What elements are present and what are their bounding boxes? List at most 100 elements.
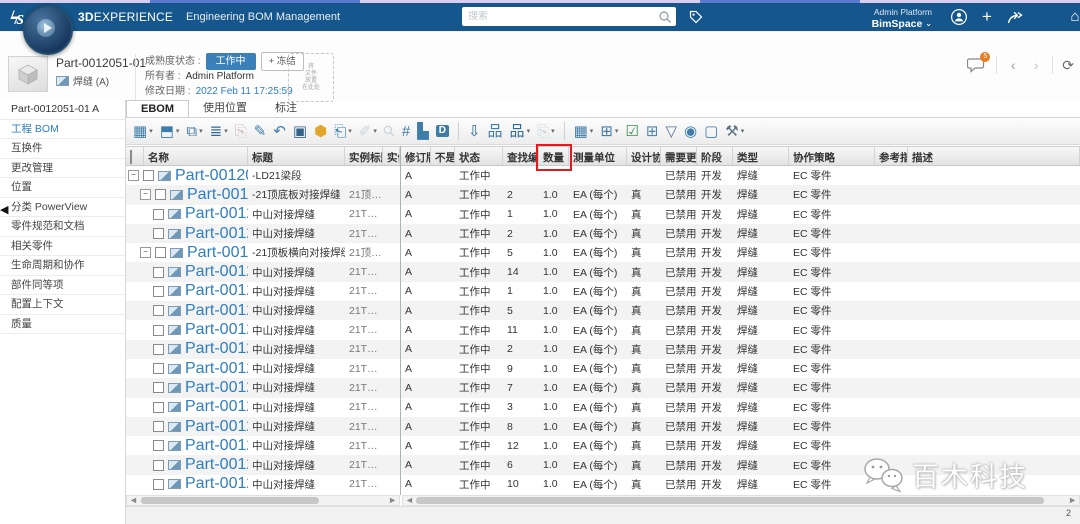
- insert-new-table-icon[interactable]: ▦: [133, 124, 153, 139]
- bom-row[interactable]: A工作中21.0EA (每个)真已禁用开发焊缝EC 零件: [401, 340, 1080, 359]
- nav-previous-icon[interactable]: ‹: [1006, 57, 1020, 73]
- part-name-link[interactable]: Part-0012051-01: [175, 167, 248, 185]
- row-checkbox[interactable]: [153, 305, 164, 316]
- sidebar-item[interactable]: 相关零件: [0, 237, 125, 257]
- bom-row[interactable]: Part-0012182中山对接焊缝21T…: [126, 224, 400, 243]
- nav-next-icon[interactable]: ›: [1029, 57, 1043, 73]
- column-header-状态[interactable]: 状态: [455, 147, 503, 165]
- bar-chart-icon[interactable]: ▙: [417, 124, 429, 139]
- scroll-right-icon[interactable]: [1068, 495, 1077, 505]
- row-checkbox[interactable]: [153, 402, 164, 413]
- bom-row[interactable]: A工作中51.0EA (每个)真已禁用开发焊缝EC 零件: [401, 301, 1080, 320]
- structure-filter-icon[interactable]: ≣: [210, 124, 228, 139]
- collapse-expander-icon[interactable]: [140, 247, 151, 258]
- replace-view-icon[interactable]: ⧉: [186, 124, 202, 139]
- search-input[interactable]: [462, 11, 657, 22]
- row-checkbox[interactable]: [153, 479, 164, 490]
- column-header-需要更新[interactable]: 需要更新: [661, 147, 697, 165]
- hierarchy-settings-icon[interactable]: 品: [510, 124, 531, 139]
- bom-row[interactable]: Part-0012210中山对接焊缝21T…: [126, 378, 400, 397]
- sidebar-item[interactable]: 生命周期和协作: [0, 256, 125, 276]
- row-checkbox[interactable]: [153, 363, 164, 374]
- part-name-link[interactable]: Part-0012210: [185, 379, 248, 397]
- bom-row[interactable]: A工作中81.0EA (每个)真已禁用开发焊缝EC 零件: [401, 417, 1080, 436]
- tools-icon[interactable]: ⚒: [725, 124, 744, 139]
- bom-row[interactable]: Part-0012221中山对接焊缝21T…: [126, 475, 400, 494]
- sidebar-collapse-handle[interactable]: ◀: [0, 203, 8, 216]
- column-header-描述[interactable]: 描述: [908, 147, 1080, 165]
- row-checkbox[interactable]: [153, 286, 164, 297]
- share-icon[interactable]: [1006, 8, 1024, 26]
- file-dropzone[interactable]: 将 文件 放置 在此处: [288, 53, 334, 102]
- tenant-switcher[interactable]: Admin Platform BimSpace ⌄: [872, 7, 932, 30]
- select-table-icon[interactable]: ▢: [704, 124, 718, 139]
- part-name-link[interactable]: Part-0012217: [185, 340, 248, 358]
- bom-row[interactable]: Part-0012218中山对接焊缝21T…: [126, 262, 400, 281]
- bom-row[interactable]: A工作中21.0EA (每个)真已禁用开发焊缝EC 零件: [401, 224, 1080, 243]
- import-download-icon[interactable]: ⇩: [468, 124, 481, 139]
- bom-row[interactable]: Part-0012219中山对接焊缝21T…: [126, 455, 400, 474]
- tab-标注[interactable]: 标注: [261, 97, 311, 117]
- part-number-icon[interactable]: #: [402, 124, 410, 139]
- pin-table-icon[interactable]: ▦: [574, 124, 594, 139]
- part-name-link[interactable]: Part-0012221: [185, 475, 248, 493]
- bom-row[interactable]: Part-0012217中山对接焊缝21T…: [126, 340, 400, 359]
- bom-row[interactable]: A工作中11.0EA (每个)真已禁用开发焊缝EC 零件: [401, 205, 1080, 224]
- column-header-测量单位[interactable]: 测量单位: [569, 147, 627, 165]
- pane-divider[interactable]: [400, 146, 401, 495]
- column-header-名称[interactable]: 名称: [144, 147, 248, 165]
- row-checkbox[interactable]: [153, 267, 164, 278]
- add-panel-icon[interactable]: ⊞: [646, 124, 659, 139]
- row-checkbox[interactable]: [143, 170, 154, 181]
- row-checkbox[interactable]: [153, 382, 164, 393]
- tab-EBOM[interactable]: EBOM: [126, 100, 189, 117]
- column-header-实例[interactable]: 实例: [383, 147, 400, 165]
- bom-row[interactable]: Part-0012055-01-21顶板横向对接焊缝21顶…: [126, 243, 400, 262]
- collapse-expander-icon[interactable]: [128, 170, 139, 181]
- bom-row[interactable]: A工作中61.0EA (每个)真已禁用开发焊缝EC 零件: [401, 455, 1080, 474]
- part-name-link[interactable]: Part-0012218: [185, 263, 248, 281]
- bom-row[interactable]: Part-0012213中山对接焊缝21T…: [126, 436, 400, 455]
- collapse-expander-icon[interactable]: [140, 189, 151, 200]
- tab-使用位置[interactable]: 使用位置: [189, 97, 261, 117]
- sidebar-item[interactable]: 互换件: [0, 139, 125, 159]
- document-copy-icon[interactable]: ⎗: [334, 124, 352, 139]
- part-name-link[interactable]: Part-0012182: [185, 225, 248, 243]
- home-icon[interactable]: ⌂: [1066, 8, 1080, 26]
- scrollbar-thumb[interactable]: [141, 497, 319, 504]
- export-structure-icon[interactable]: ⬒: [160, 124, 180, 139]
- bom-row[interactable]: Part-0012214中山对接焊缝21T…: [126, 398, 400, 417]
- sidebar-item[interactable]: 零件规范和文档: [0, 217, 125, 237]
- bom-row[interactable]: A工作中111.0EA (每个)真已禁用开发焊缝EC 零件: [401, 320, 1080, 339]
- row-checkbox[interactable]: [153, 209, 164, 220]
- workstation-icon[interactable]: ▣: [293, 124, 307, 139]
- sidebar-item[interactable]: 更改管理: [0, 159, 125, 179]
- column-header-数量[interactable]: 数量: [539, 147, 569, 165]
- part-name-link[interactable]: Part-0012215: [185, 321, 248, 339]
- row-checkbox[interactable]: [153, 421, 164, 432]
- global-search[interactable]: [462, 7, 676, 26]
- part-name-link[interactable]: Part-0012055-01: [187, 244, 248, 262]
- bom-row[interactable]: A工作中已禁用开发焊缝EC 零件: [401, 166, 1080, 185]
- select-all-checkbox[interactable]: [130, 150, 132, 164]
- row-checkbox[interactable]: [153, 344, 164, 355]
- part-name-link[interactable]: Part-0012211: [185, 302, 248, 320]
- part-name-link[interactable]: Part-0012053-01: [187, 186, 248, 204]
- add-content-icon[interactable]: +: [978, 8, 996, 26]
- globe-search-icon[interactable]: ◉: [684, 124, 697, 139]
- row-checkbox[interactable]: [153, 460, 164, 471]
- row-checkbox[interactable]: [153, 228, 164, 239]
- filter-icon[interactable]: ▽: [665, 124, 677, 139]
- column-header-协作策略[interactable]: 协作策略: [789, 147, 875, 165]
- bom-row[interactable]: Part-0012222中山对接焊缝21T…: [126, 359, 400, 378]
- column-header-阶段[interactable]: 阶段: [697, 147, 733, 165]
- part-name-link[interactable]: Part-0012214: [185, 398, 248, 416]
- hierarchy-icon[interactable]: 品: [488, 124, 503, 139]
- comments-icon[interactable]: 5: [967, 56, 987, 74]
- scrollbar-thumb[interactable]: [416, 497, 1044, 504]
- bom-row[interactable]: Part-0012220中山对接焊缝21T…: [126, 282, 400, 301]
- column-header-参考指示[interactable]: 参考指示: [875, 147, 908, 165]
- part-name-link[interactable]: Part-0012213: [185, 437, 248, 455]
- user-profile-icon[interactable]: [950, 8, 968, 26]
- column-header-修订版[interactable]: 修订版: [401, 147, 431, 165]
